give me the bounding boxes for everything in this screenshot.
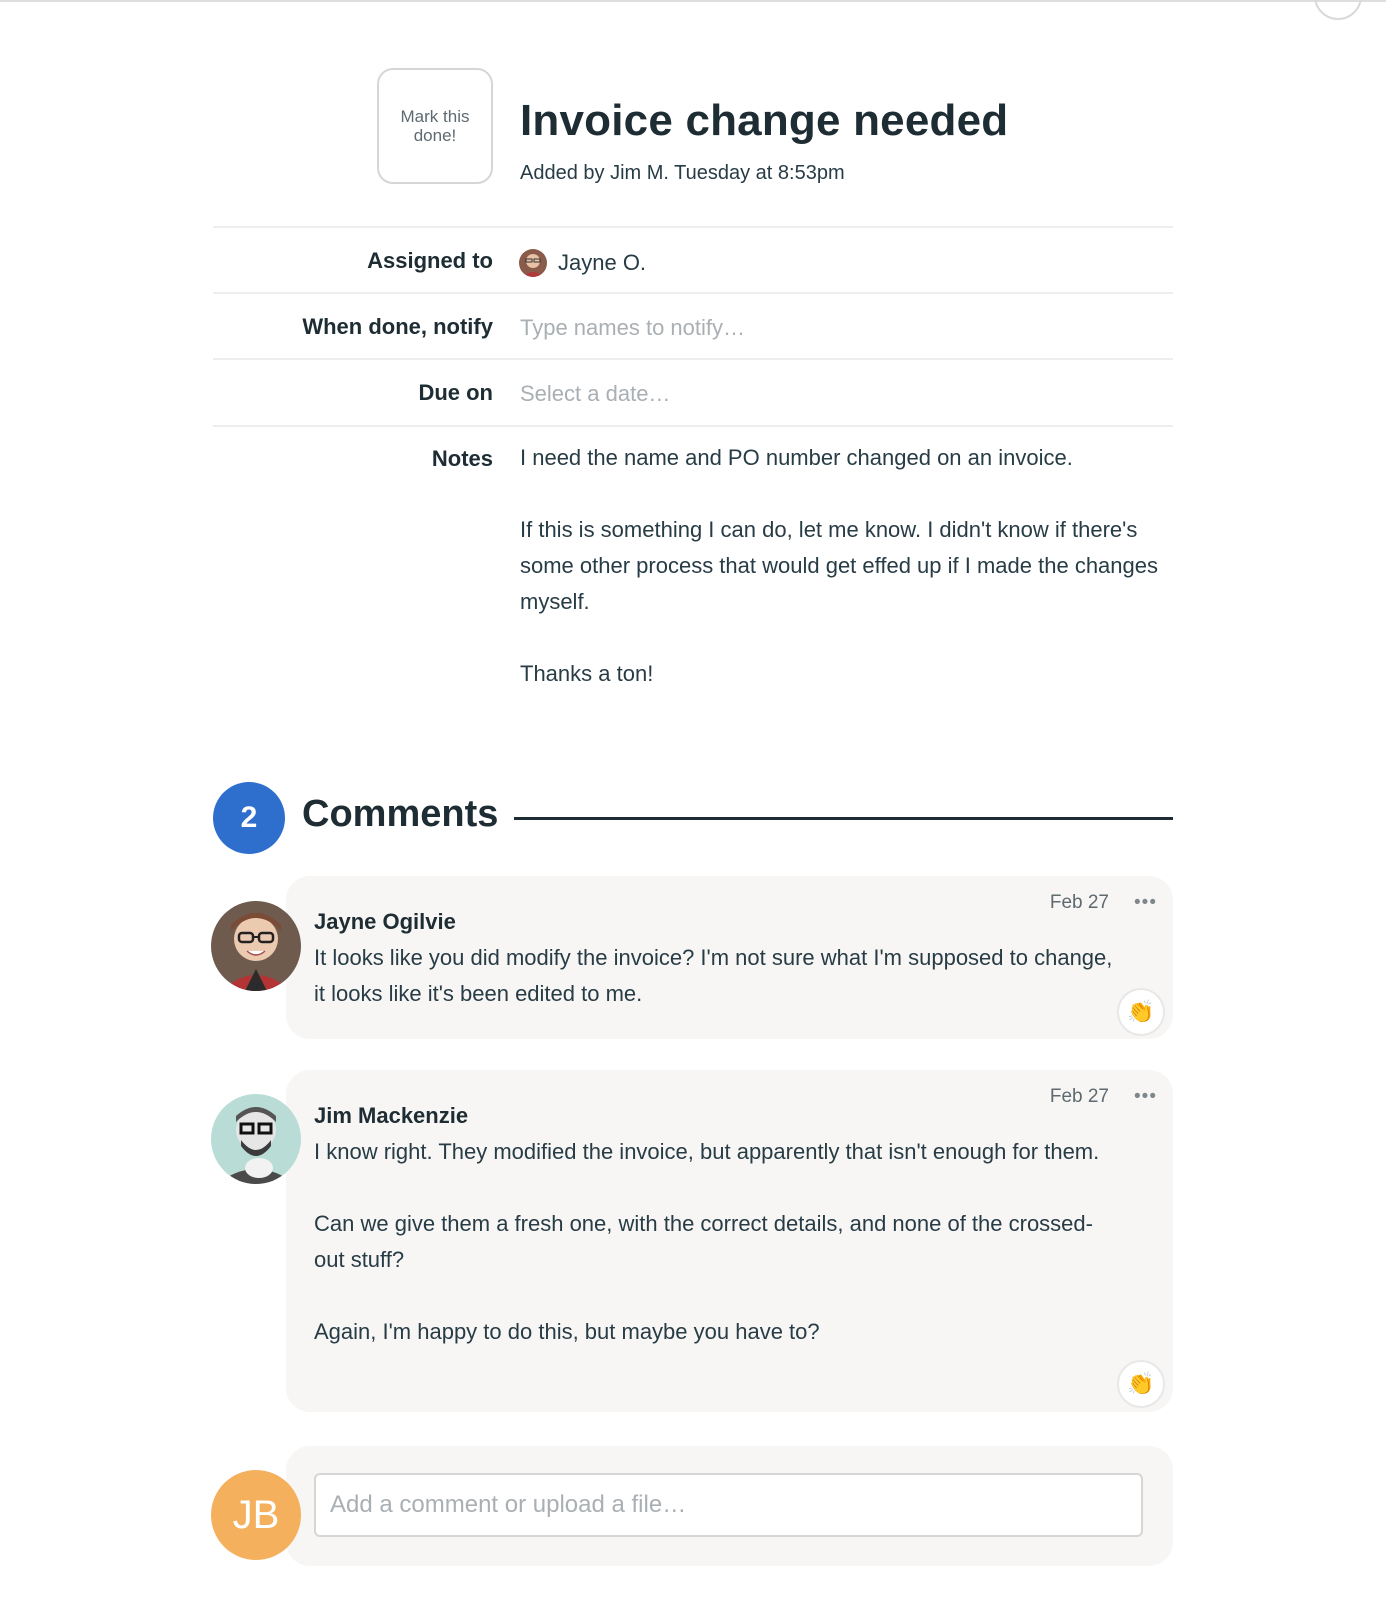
comment-date[interactable]: Feb 27 xyxy=(1050,892,1109,914)
todo-title: Invoice change needed xyxy=(520,96,1009,145)
field-divider xyxy=(213,425,1173,427)
field-divider xyxy=(213,226,1173,228)
notes-text: I need the name and PO number changed on… xyxy=(520,440,1180,728)
assigned-to-label: Assigned to xyxy=(367,248,493,273)
assignee-avatar xyxy=(519,249,547,277)
notify-input[interactable]: Type names to notify… xyxy=(520,315,745,341)
more-options-icon[interactable]: ••• xyxy=(1134,1086,1157,1108)
comment-paragraph: Again, I'm happy to do this, but maybe y… xyxy=(314,1319,820,1344)
close-button[interactable] xyxy=(1314,0,1362,20)
comment-paragraph: Can we give them a fresh one, with the c… xyxy=(314,1211,1093,1272)
clapping-hands-icon[interactable]: 👏 xyxy=(1117,1360,1165,1408)
notes-paragraph: Thanks a ton! xyxy=(520,661,654,686)
comments-heading: Comments xyxy=(302,793,499,835)
comment-author: Jayne Ogilvie xyxy=(314,909,456,934)
more-options-icon[interactable]: ••• xyxy=(1134,892,1157,914)
comment-body: It looks like you did modify the invoice… xyxy=(314,940,1114,1012)
due-on-label: Due on xyxy=(418,380,493,405)
comment: Feb 27 ••• Jayne Ogilvie It looks like y… xyxy=(286,876,1173,1039)
comment-count-badge: 2 xyxy=(213,782,285,854)
comments-divider xyxy=(514,817,1173,820)
field-divider xyxy=(213,292,1173,294)
clapping-hands-icon[interactable]: 👏 xyxy=(1117,988,1165,1036)
notes-label: Notes xyxy=(431,446,493,471)
comment-paragraph: It looks like you did modify the invoice… xyxy=(314,945,1113,1006)
comment-body: I know right. They modified the invoice,… xyxy=(314,1134,1114,1350)
top-divider xyxy=(0,0,1386,2)
notes-paragraph: I need the name and PO number changed on… xyxy=(520,445,1073,470)
notes-paragraph: If this is something I can do, let me kn… xyxy=(520,517,1158,614)
mark-done-button[interactable]: Mark this done! xyxy=(377,68,493,184)
comment-date[interactable]: Feb 27 xyxy=(1050,1086,1109,1108)
comment: Feb 27 ••• Jim Mackenzie I know right. T… xyxy=(286,1070,1173,1412)
assignee-name[interactable]: Jayne O. xyxy=(558,250,646,276)
avatar xyxy=(211,901,301,991)
comment-author: Jim Mackenzie xyxy=(314,1103,469,1128)
comment-input[interactable] xyxy=(314,1473,1143,1537)
added-by-text: Added by Jim M. Tuesday at 8:53pm xyxy=(520,162,845,184)
notify-label: When done, notify xyxy=(302,314,493,339)
field-divider xyxy=(213,358,1173,360)
comment-paragraph: I know right. They modified the invoice,… xyxy=(314,1139,1100,1164)
avatar xyxy=(211,1094,301,1184)
due-date-input[interactable]: Select a date… xyxy=(520,381,670,407)
current-user-avatar: JB xyxy=(211,1470,301,1560)
